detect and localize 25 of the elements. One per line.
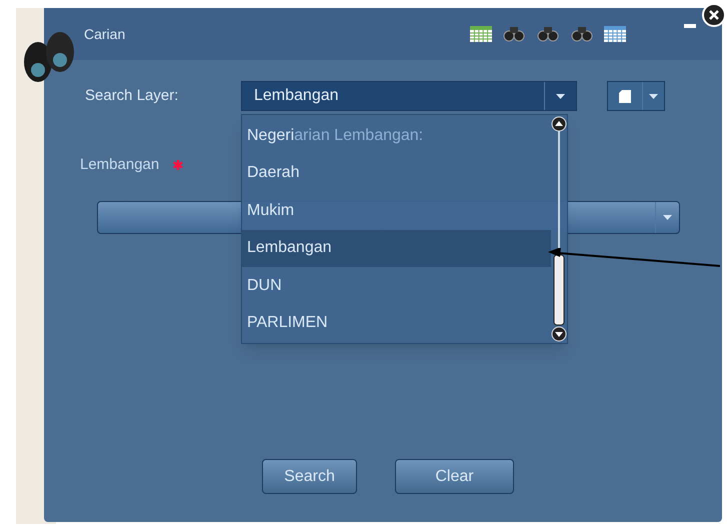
field-label: Lembangan xyxy=(80,155,160,175)
dropdown-option[interactable]: DUN xyxy=(242,267,551,304)
caret-icon xyxy=(663,214,672,220)
binoculars-icon[interactable] xyxy=(570,24,594,44)
window-title: Carian xyxy=(84,24,126,44)
scrollbar[interactable] xyxy=(551,115,567,343)
dropdown-option[interactable]: Negeriarian Lembangan: xyxy=(242,117,551,154)
action-button[interactable]: Search xyxy=(262,459,357,494)
page-icon xyxy=(619,90,631,102)
caret-icon xyxy=(556,94,565,98)
search-layer-dropdown[interactable]: Lembangan xyxy=(241,81,577,111)
action-button[interactable]: Clear xyxy=(395,459,514,494)
dropdown-option[interactable]: Lembangan xyxy=(242,230,551,267)
search-layer-label: Search Layer: xyxy=(85,86,180,106)
dropdown-option[interactable]: Mukim xyxy=(242,192,551,230)
dropdown-option[interactable]: Daerah xyxy=(242,154,551,192)
table-icon[interactable] xyxy=(604,26,626,42)
close-icon[interactable] xyxy=(702,3,726,27)
panel-heading: arian Lembangan: xyxy=(294,126,424,146)
binoculars-icon[interactable] xyxy=(536,24,560,44)
binoculars-icon[interactable] xyxy=(502,24,526,44)
table-icon[interactable] xyxy=(470,26,492,42)
caret-icon xyxy=(649,94,658,98)
dropdown-option[interactable]: PARLIMEN xyxy=(242,304,551,342)
page-menu-button[interactable] xyxy=(607,81,665,111)
